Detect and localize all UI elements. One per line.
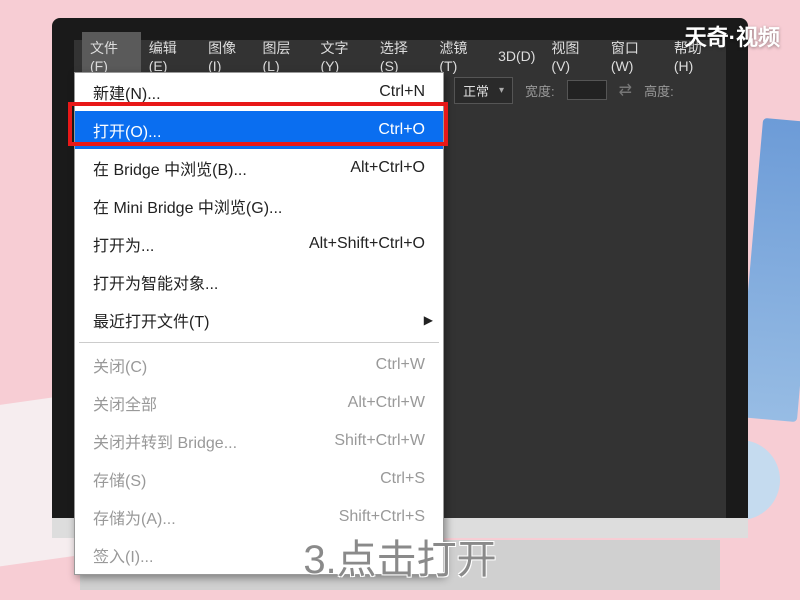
file-menu-item-1[interactable]: 打开(O)... Ctrl+O xyxy=(75,111,443,149)
menu-item-label: 在 Mini Bridge 中浏览(G)... xyxy=(93,194,282,218)
blend-mode-value: 正常 xyxy=(463,81,489,100)
menu-item-shortcut: Ctrl+W xyxy=(376,356,425,374)
menu-item-label: 关闭并转到 Bridge... xyxy=(93,429,237,453)
menu-7[interactable]: 3D(D) xyxy=(490,42,543,70)
menu-item-shortcut: Ctrl+N xyxy=(379,83,425,101)
file-menu-item-5[interactable]: 打开为智能对象... xyxy=(75,263,443,301)
submenu-arrow-icon: ▶ xyxy=(424,313,433,327)
menu-item-shortcut: Alt+Ctrl+W xyxy=(348,394,425,412)
menu-item-label: 打开(O)... xyxy=(93,118,161,142)
file-menu-item-6[interactable]: 最近打开文件(T) ▶ xyxy=(75,301,443,339)
file-menu-dropdown: 新建(N)... Ctrl+N 打开(O)... Ctrl+O 在 Bridge 中浏览… xyxy=(74,72,444,575)
menu-item-label: 存储(S) xyxy=(93,467,146,491)
menu-item-label: 关闭(C) xyxy=(93,353,147,377)
watermark: 天奇·视频 xyxy=(685,20,780,52)
app-window: 文件(F)编辑(E)图像(I)图层(L)文字(Y)选择(S)滤镜(T)3D(D)… xyxy=(74,40,726,518)
menu-item-shortcut: Shift+Ctrl+S xyxy=(339,508,425,526)
menu-item-shortcut: Shift+Ctrl+W xyxy=(334,432,425,450)
height-label: 高度: xyxy=(644,81,674,100)
file-menu-item-3[interactable]: 在 Mini Bridge 中浏览(G)... xyxy=(75,187,443,225)
menu-item-shortcut: Alt+Shift+Ctrl+O xyxy=(309,235,425,253)
file-menu-item-2[interactable]: 在 Bridge 中浏览(B)... Alt+Ctrl+O xyxy=(75,149,443,187)
menu-item-shortcut: Alt+Ctrl+O xyxy=(350,159,425,177)
file-menu-item-8: 关闭(C) Ctrl+W xyxy=(75,346,443,384)
menu-item-label: 打开为智能对象... xyxy=(93,270,218,294)
menubar: 文件(F)编辑(E)图像(I)图层(L)文字(Y)选择(S)滤镜(T)3D(D)… xyxy=(74,40,726,72)
file-menu-item-0[interactable]: 新建(N)... Ctrl+N xyxy=(75,73,443,111)
menu-item-shortcut: Ctrl+O xyxy=(378,121,425,139)
width-label: 宽度: xyxy=(525,81,555,100)
menu-8[interactable]: 视图(V) xyxy=(543,32,602,80)
file-menu-item-11: 存储(S) Ctrl+S xyxy=(75,460,443,498)
monitor-frame: 文件(F)编辑(E)图像(I)图层(L)文字(Y)选择(S)滤镜(T)3D(D)… xyxy=(52,18,748,538)
menu-item-label: 打开为... xyxy=(93,232,154,256)
menu-item-label: 最近打开文件(T) xyxy=(93,308,209,332)
menu-separator xyxy=(79,342,439,343)
menu-item-label: 新建(N)... xyxy=(93,80,161,104)
swap-icon[interactable]: ⇄ xyxy=(619,80,632,100)
file-menu-item-9: 关闭全部 Alt+Ctrl+W xyxy=(75,384,443,422)
file-menu-item-10: 关闭并转到 Bridge... Shift+Ctrl+W xyxy=(75,422,443,460)
width-input[interactable] xyxy=(567,80,607,100)
menu-item-label: 存储为(A)... xyxy=(93,505,176,529)
menu-item-label: 关闭全部 xyxy=(93,391,157,415)
menu-item-shortcut: Ctrl+S xyxy=(380,470,425,488)
blend-mode-dropdown[interactable]: 正常 xyxy=(454,77,513,104)
menu-9[interactable]: 窗口(W) xyxy=(603,32,666,80)
tutorial-caption: 3.点击打开 xyxy=(0,527,800,585)
menu-item-label: 在 Bridge 中浏览(B)... xyxy=(93,156,247,180)
file-menu-item-4[interactable]: 打开为... Alt+Shift+Ctrl+O xyxy=(75,225,443,263)
